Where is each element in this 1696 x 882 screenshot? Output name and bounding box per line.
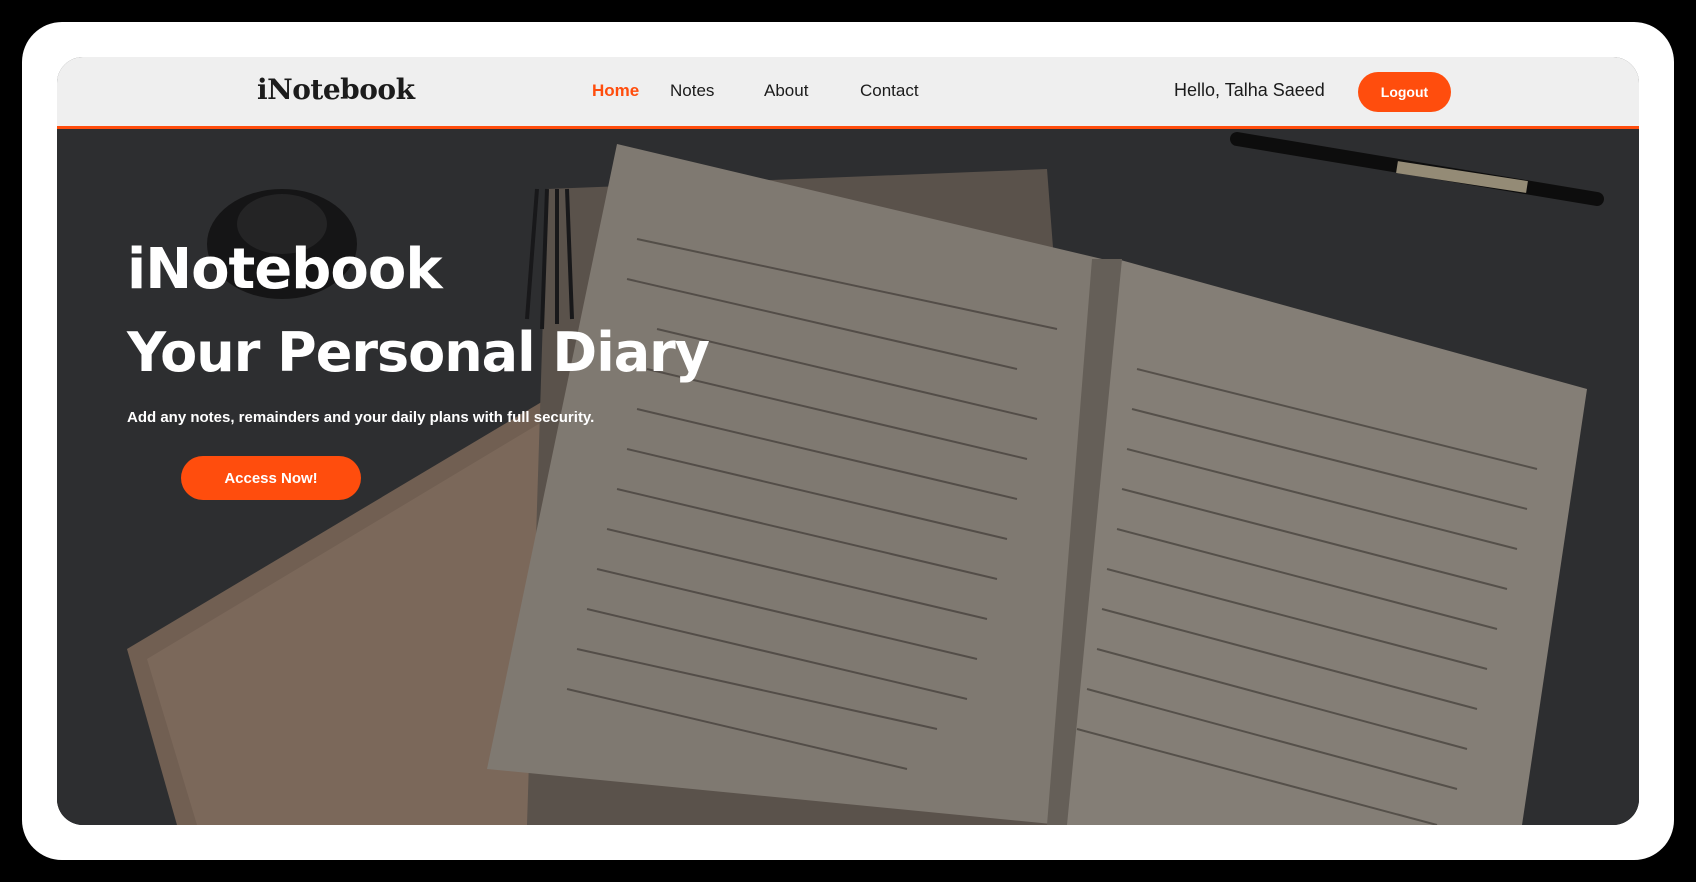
access-now-button[interactable]: Access Now! — [181, 456, 361, 500]
hero-title: iNotebook — [127, 237, 443, 302]
navbar: iNotebook Home Notes About Contact Hello… — [57, 57, 1639, 129]
nav-link-notes[interactable]: Notes — [670, 81, 714, 101]
brand-logo[interactable]: iNotebook — [257, 73, 415, 106]
user-greeting: Hello, Talha Saeed — [1174, 80, 1325, 100]
nav-link-contact[interactable]: Contact — [860, 81, 919, 101]
nav-link-home[interactable]: Home — [592, 81, 639, 101]
browser-frame: iNotebook Home Notes About Contact Hello… — [22, 22, 1674, 860]
hero-subtitle: Your Personal Diary — [127, 321, 710, 384]
app-container: iNotebook Home Notes About Contact Hello… — [57, 57, 1639, 825]
hero-section: iNotebook Your Personal Diary Add any no… — [57, 129, 1639, 825]
logout-button[interactable]: Logout — [1358, 72, 1451, 112]
hero-description: Add any notes, remainders and your daily… — [127, 409, 595, 426]
nav-link-about[interactable]: About — [764, 81, 808, 101]
